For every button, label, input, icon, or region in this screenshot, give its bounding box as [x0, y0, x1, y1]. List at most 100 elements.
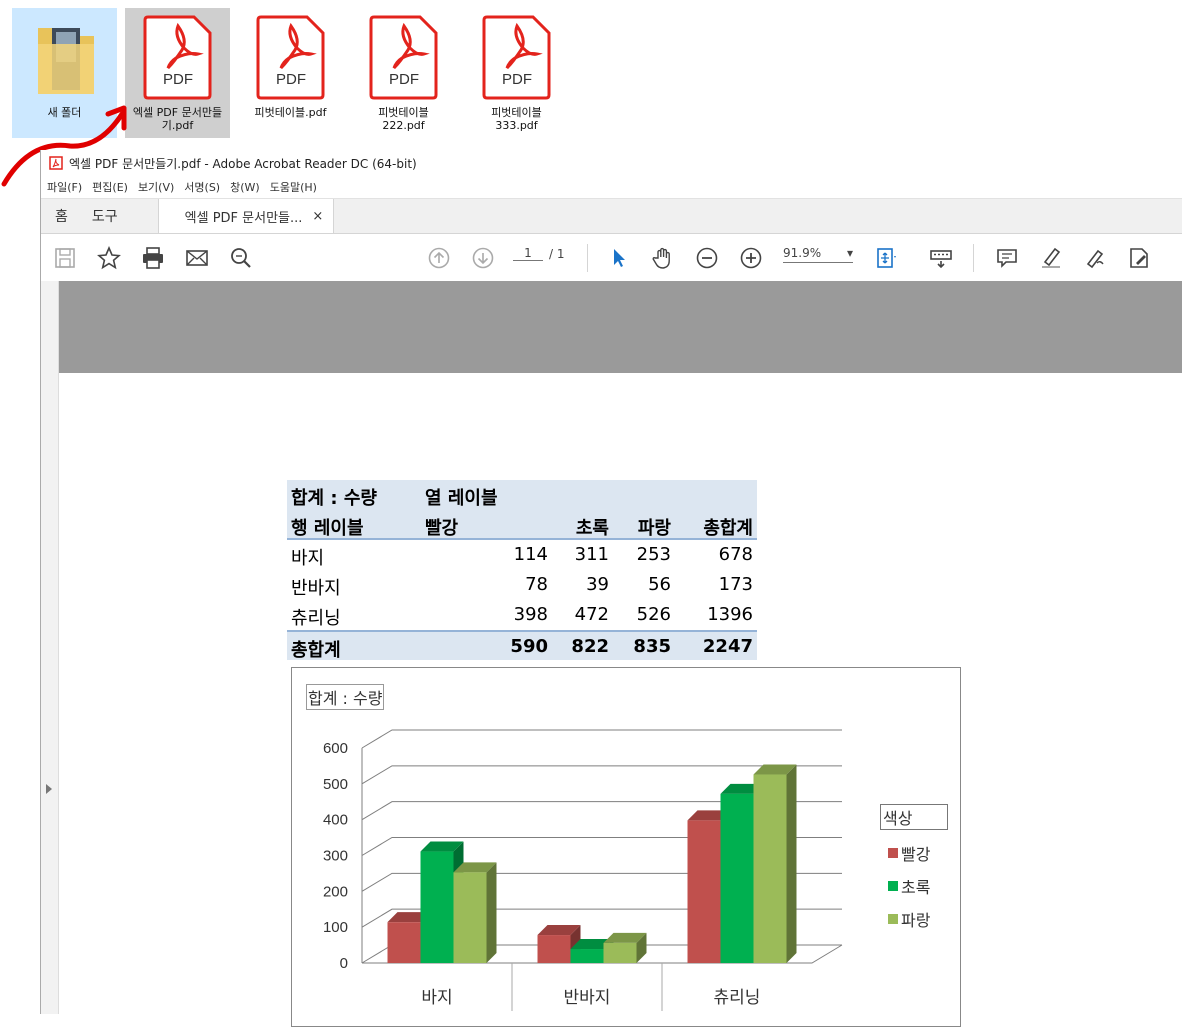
- toolbar: 1 / 1 91.9% ▾: [41, 234, 1182, 282]
- menu-edit[interactable]: 편집(E): [92, 179, 128, 195]
- acrobat-window: 엑셀 PDF 문서만들기.pdf - Adobe Acrobat Reader …: [40, 150, 1182, 1027]
- pivot-col-header: 초록: [575, 518, 609, 539]
- highlight-pen-icon[interactable]: [1039, 246, 1063, 270]
- pivot-row-label: 행 레이블: [291, 518, 364, 539]
- tab-document-label: 엑셀 PDF 문서만들...: [184, 210, 303, 226]
- pdf-badge-text: PDF: [276, 71, 306, 88]
- y-tick-label: 600: [323, 740, 348, 757]
- desktop-icon-pdf-selected[interactable]: PDF 엑셀 PDF 문서만들기.pdf: [125, 8, 230, 138]
- fill-sign-icon[interactable]: [1127, 246, 1151, 270]
- page-navigator: 1 / 1: [513, 246, 565, 261]
- y-tick-label: 200: [323, 883, 348, 900]
- acrobat-app-icon: [49, 156, 63, 170]
- menu-bar: 파일(F) 편집(E) 보기(V) 서명(S) 창(W) 도움말(H): [41, 176, 1182, 198]
- keyboard-scroll-icon[interactable]: [929, 246, 953, 270]
- desktop-icon-pdf[interactable]: PDF 피벗테이블.pdf: [238, 8, 343, 138]
- pivot-table: 합계 : 수량 열 레이블 행 레이블 빨강 초록 파랑 총합계 바지 114 …: [287, 480, 757, 661]
- cell: 253: [636, 544, 671, 565]
- pdf-file-icon: PDF: [143, 15, 212, 100]
- hand-tool-icon[interactable]: [651, 246, 675, 270]
- bar: [537, 935, 571, 963]
- close-tab-icon[interactable]: ×: [312, 209, 323, 224]
- comment-icon[interactable]: [995, 246, 1019, 270]
- bar: [720, 793, 754, 963]
- legend-swatch: [888, 913, 898, 924]
- legend-item: 파랑: [880, 902, 948, 935]
- print-icon[interactable]: [141, 246, 165, 270]
- pivot-header-row: 합계 : 수량 열 레이블: [287, 480, 757, 510]
- y-tick-label: 300: [323, 848, 348, 865]
- bar: [453, 872, 487, 963]
- bar: [753, 774, 787, 963]
- bar-side: [786, 764, 797, 963]
- folder-icon: [38, 28, 94, 94]
- side-panel-toggle[interactable]: [41, 281, 59, 1014]
- legend-item: 초록: [880, 869, 948, 902]
- row-name: 반바지: [291, 578, 341, 599]
- pdf-badge-text: PDF: [502, 71, 532, 88]
- chevron-down-icon: ▾: [846, 246, 853, 260]
- pivot-col-header: 파랑: [637, 518, 671, 539]
- chart-legend: 색상 빨강 초록 파랑: [880, 804, 948, 935]
- toolbar-divider: [973, 244, 974, 272]
- select-cursor-icon[interactable]: [607, 246, 631, 270]
- cell: 590: [510, 636, 548, 657]
- row-name: 바지: [291, 548, 325, 569]
- tab-tools[interactable]: 도구: [80, 199, 130, 233]
- next-page-icon[interactable]: [471, 246, 495, 270]
- legend-swatch: [888, 847, 898, 858]
- zoom-out-icon[interactable]: [695, 246, 719, 270]
- page-total: / 1: [549, 246, 565, 261]
- menu-help[interactable]: 도움말(H): [270, 179, 317, 195]
- previous-page-icon[interactable]: [427, 246, 451, 270]
- pivot-column-label: 열 레이블: [425, 488, 498, 509]
- pdf-badge-text: PDF: [163, 71, 193, 88]
- desktop-icon-pdf[interactable]: PDF 피벗테이블222.pdf: [351, 8, 456, 138]
- desktop-icon-label: 피벗테이블333.pdf: [491, 106, 542, 132]
- cell: 311: [574, 544, 609, 565]
- table-row: 반바지 78 39 56 173: [287, 570, 757, 600]
- cell: 1396: [707, 604, 753, 625]
- cell: 2247: [702, 636, 753, 657]
- menu-file[interactable]: 파일(F): [47, 179, 82, 195]
- cell: 835: [633, 636, 671, 657]
- menu-view[interactable]: 보기(V): [138, 179, 174, 195]
- cell: 39: [586, 574, 609, 595]
- draw-pen-icon[interactable]: [1083, 246, 1107, 270]
- desktop-icon-pdf[interactable]: PDF 피벗테이블333.pdf: [464, 8, 569, 138]
- x-tick-label: 츄리닝: [714, 988, 761, 1008]
- tab-document[interactable]: 엑셀 PDF 문서만들... ×: [157, 199, 335, 233]
- search-icon[interactable]: [229, 246, 253, 270]
- bookmark-star-icon[interactable]: [97, 246, 121, 270]
- zoom-select[interactable]: 91.9% ▾: [783, 246, 853, 263]
- zoom-in-icon[interactable]: [739, 246, 763, 270]
- menu-sign[interactable]: 서명(S): [184, 179, 220, 195]
- zoom-value: 91.9%: [783, 246, 822, 260]
- pivot-col-header: 빨강: [425, 518, 459, 539]
- email-icon[interactable]: [185, 246, 209, 270]
- legend-label: 파랑: [901, 910, 931, 930]
- y-tick-label: 500: [323, 776, 348, 793]
- window-title: 엑셀 PDF 문서만들기.pdf - Adobe Acrobat Reader …: [69, 156, 417, 171]
- menu-window[interactable]: 창(W): [230, 179, 260, 195]
- bar-side: [486, 862, 497, 963]
- bar: [687, 820, 721, 963]
- fit-page-icon[interactable]: [875, 246, 899, 270]
- bar: [387, 922, 421, 963]
- desktop-icon-label: 피벗테이블222.pdf: [378, 106, 429, 132]
- tab-home[interactable]: 홈: [41, 199, 80, 233]
- expand-arrow-icon: [46, 784, 52, 794]
- pivot-chart: 합계 : 수량 0 100 200 300 400 500 600 바지 반바지 츄리닝 색상 빨…: [291, 667, 961, 1027]
- legend-label: 초록: [901, 877, 931, 897]
- cell: 114: [513, 544, 548, 565]
- cell: 56: [648, 574, 671, 595]
- gridline: [361, 729, 842, 749]
- pivot-col-header: 총합계: [703, 518, 753, 539]
- save-icon[interactable]: [53, 246, 77, 270]
- x-tick-label: 바지: [421, 988, 452, 1008]
- bar: [570, 949, 604, 963]
- tab-bar: 홈 도구 엑셀 PDF 문서만들... ×: [41, 198, 1182, 234]
- pdf-file-icon: PDF: [369, 15, 438, 100]
- page-number-input[interactable]: 1: [513, 246, 543, 261]
- pdf-file-icon: PDF: [256, 15, 325, 100]
